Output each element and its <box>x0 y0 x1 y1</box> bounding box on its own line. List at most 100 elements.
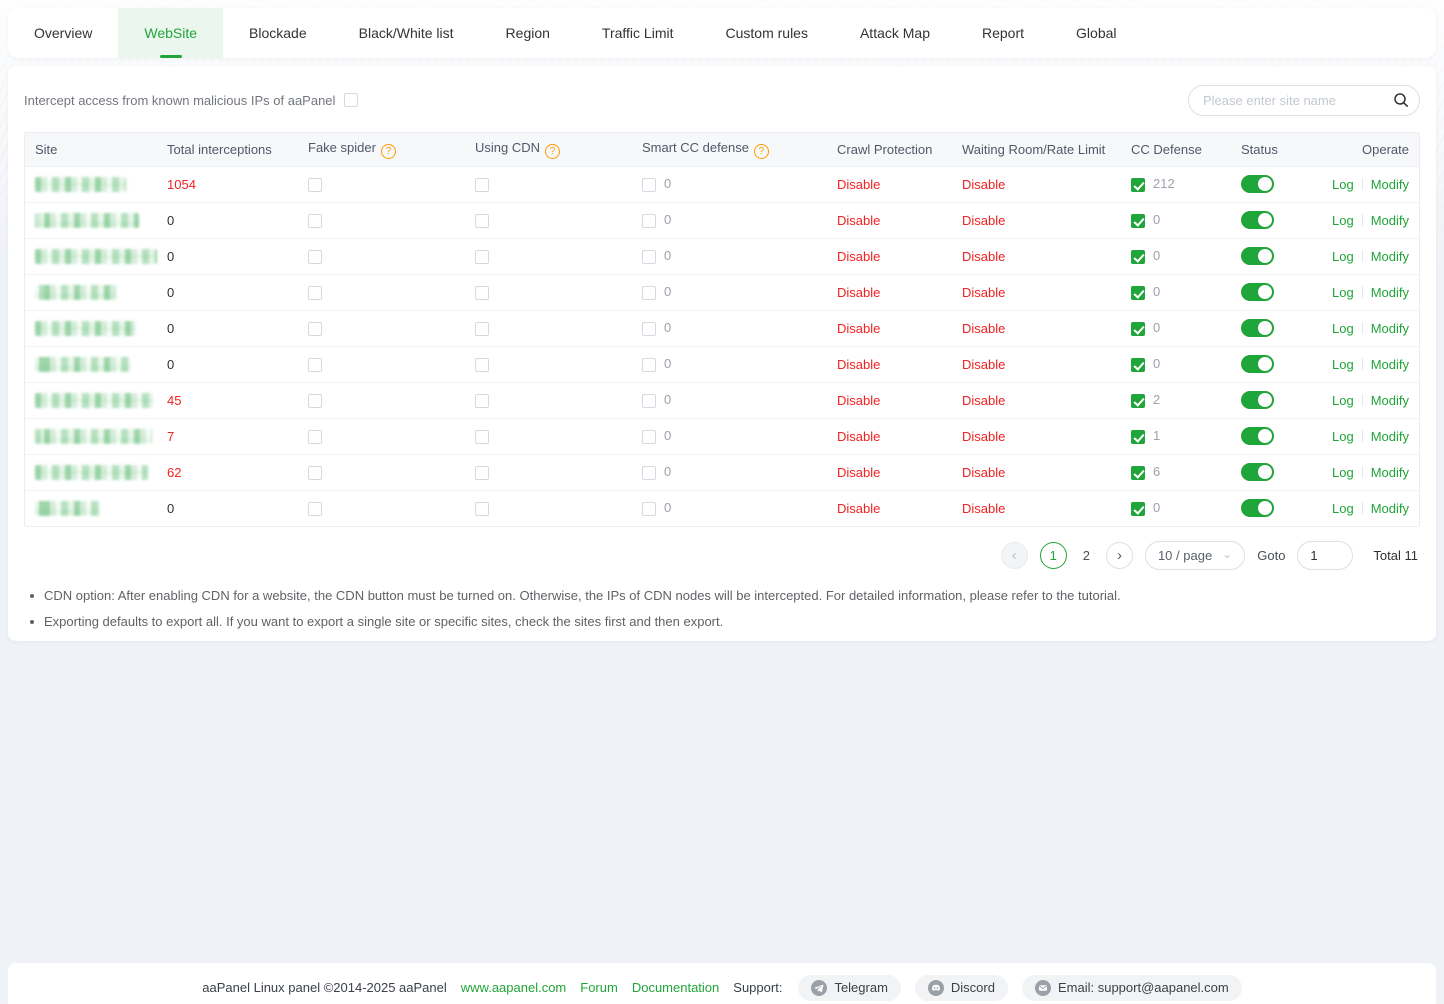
tab[interactable]: Black/White list <box>333 8 480 58</box>
tab[interactable]: Global <box>1050 8 1142 58</box>
waiting-room-link[interactable]: Disable <box>962 501 1005 516</box>
fake-spider-checkbox[interactable] <box>308 358 322 372</box>
help-icon[interactable]: ? <box>545 144 560 159</box>
using-cdn-checkbox[interactable] <box>475 178 489 192</box>
using-cdn-checkbox[interactable] <box>475 250 489 264</box>
crawl-protection-link[interactable]: Disable <box>837 213 880 228</box>
help-icon[interactable]: ? <box>381 144 396 159</box>
tab[interactable]: Region <box>480 8 576 58</box>
fake-spider-checkbox[interactable] <box>308 394 322 408</box>
status-toggle[interactable] <box>1241 319 1274 337</box>
cc-defense-checkbox[interactable] <box>1131 250 1145 264</box>
forum-link[interactable]: Forum <box>580 980 618 995</box>
fake-spider-checkbox[interactable] <box>308 214 322 228</box>
using-cdn-checkbox[interactable] <box>475 286 489 300</box>
crawl-protection-link[interactable]: Disable <box>837 429 880 444</box>
smart-cc-checkbox[interactable] <box>642 466 656 480</box>
fake-spider-checkbox[interactable] <box>308 502 322 516</box>
goto-page-input[interactable] <box>1297 541 1353 570</box>
modify-link[interactable]: Modify <box>1371 249 1409 264</box>
waiting-room-link[interactable]: Disable <box>962 285 1005 300</box>
smart-cc-checkbox[interactable] <box>642 286 656 300</box>
waiting-room-link[interactable]: Disable <box>962 393 1005 408</box>
smart-cc-checkbox[interactable] <box>642 430 656 444</box>
aapanel-site-link[interactable]: www.aapanel.com <box>461 980 567 995</box>
crawl-protection-link[interactable]: Disable <box>837 501 880 516</box>
status-toggle[interactable] <box>1241 355 1274 373</box>
cc-defense-checkbox[interactable] <box>1131 322 1145 336</box>
smart-cc-checkbox[interactable] <box>642 502 656 516</box>
tab[interactable]: Report <box>956 8 1050 58</box>
log-link[interactable]: Log <box>1332 321 1354 336</box>
smart-cc-checkbox[interactable] <box>642 322 656 336</box>
crawl-protection-link[interactable]: Disable <box>837 393 880 408</box>
cc-defense-checkbox[interactable] <box>1131 358 1145 372</box>
crawl-protection-link[interactable]: Disable <box>837 285 880 300</box>
page-button-2[interactable]: 2 <box>1079 548 1094 563</box>
using-cdn-checkbox[interactable] <box>475 502 489 516</box>
using-cdn-checkbox[interactable] <box>475 358 489 372</box>
log-link[interactable]: Log <box>1332 213 1354 228</box>
email-button[interactable]: Email: support@aapanel.com <box>1022 975 1242 1001</box>
site-search-input[interactable] <box>1188 85 1420 116</box>
next-page-button[interactable]: › <box>1106 542 1133 569</box>
modify-link[interactable]: Modify <box>1371 501 1409 516</box>
status-toggle[interactable] <box>1241 175 1274 193</box>
cc-defense-checkbox[interactable] <box>1131 502 1145 516</box>
using-cdn-checkbox[interactable] <box>475 214 489 228</box>
modify-link[interactable]: Modify <box>1371 465 1409 480</box>
waiting-room-link[interactable]: Disable <box>962 321 1005 336</box>
waiting-room-link[interactable]: Disable <box>962 249 1005 264</box>
tab[interactable]: Attack Map <box>834 8 956 58</box>
modify-link[interactable]: Modify <box>1371 393 1409 408</box>
fake-spider-checkbox[interactable] <box>308 178 322 192</box>
status-toggle[interactable] <box>1241 463 1274 481</box>
status-toggle[interactable] <box>1241 247 1274 265</box>
status-toggle[interactable] <box>1241 283 1274 301</box>
telegram-button[interactable]: Telegram <box>798 975 900 1001</box>
crawl-protection-link[interactable]: Disable <box>837 249 880 264</box>
cc-defense-checkbox[interactable] <box>1131 178 1145 192</box>
waiting-room-link[interactable]: Disable <box>962 357 1005 372</box>
documentation-link[interactable]: Documentation <box>632 980 719 995</box>
smart-cc-checkbox[interactable] <box>642 250 656 264</box>
prev-page-button[interactable]: ‹ <box>1001 542 1028 569</box>
fake-spider-checkbox[interactable] <box>308 286 322 300</box>
using-cdn-checkbox[interactable] <box>475 394 489 408</box>
log-link[interactable]: Log <box>1332 393 1354 408</box>
using-cdn-checkbox[interactable] <box>475 466 489 480</box>
cc-defense-checkbox[interactable] <box>1131 466 1145 480</box>
fake-spider-checkbox[interactable] <box>308 250 322 264</box>
crawl-protection-link[interactable]: Disable <box>837 465 880 480</box>
fake-spider-checkbox[interactable] <box>308 466 322 480</box>
page-size-select[interactable]: 10 / page ⌄ <box>1145 541 1245 570</box>
smart-cc-checkbox[interactable] <box>642 178 656 192</box>
page-button-1[interactable]: 1 <box>1040 542 1067 569</box>
log-link[interactable]: Log <box>1332 465 1354 480</box>
waiting-room-link[interactable]: Disable <box>962 177 1005 192</box>
cc-defense-checkbox[interactable] <box>1131 394 1145 408</box>
status-toggle[interactable] <box>1241 427 1274 445</box>
discord-button[interactable]: Discord <box>915 975 1008 1001</box>
using-cdn-checkbox[interactable] <box>475 322 489 336</box>
status-toggle[interactable] <box>1241 499 1274 517</box>
status-toggle[interactable] <box>1241 391 1274 409</box>
intercept-malicious-ips-checkbox[interactable] <box>344 93 358 107</box>
log-link[interactable]: Log <box>1332 357 1354 372</box>
tab[interactable]: Custom rules <box>700 8 834 58</box>
modify-link[interactable]: Modify <box>1371 177 1409 192</box>
cc-defense-checkbox[interactable] <box>1131 430 1145 444</box>
modify-link[interactable]: Modify <box>1371 429 1409 444</box>
tab[interactable]: Overview <box>8 8 118 58</box>
tab[interactable]: Blockade <box>223 8 333 58</box>
fake-spider-checkbox[interactable] <box>308 430 322 444</box>
waiting-room-link[interactable]: Disable <box>962 429 1005 444</box>
smart-cc-checkbox[interactable] <box>642 214 656 228</box>
modify-link[interactable]: Modify <box>1371 357 1409 372</box>
log-link[interactable]: Log <box>1332 285 1354 300</box>
using-cdn-checkbox[interactable] <box>475 430 489 444</box>
help-icon[interactable]: ? <box>754 144 769 159</box>
log-link[interactable]: Log <box>1332 501 1354 516</box>
modify-link[interactable]: Modify <box>1371 285 1409 300</box>
cc-defense-checkbox[interactable] <box>1131 286 1145 300</box>
